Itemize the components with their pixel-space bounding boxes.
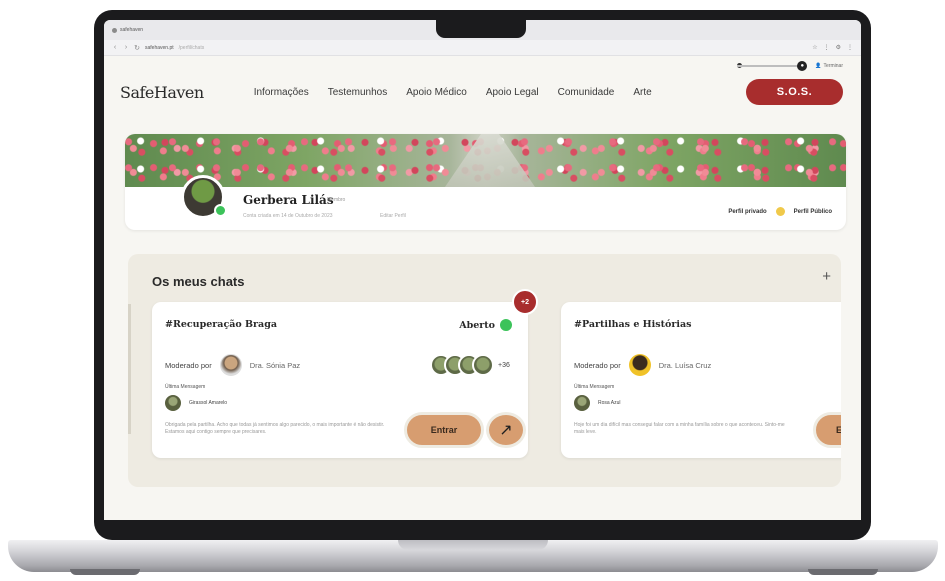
site-logo[interactable]: SafeHaven [120,83,204,102]
accessibility-toolbar: ● 👤 Terminar [104,56,861,76]
nav-item-apoio-legal[interactable]: Apoio Legal [486,87,539,98]
moderator-name: Dra. Sónia Paz [249,360,301,370]
avatar [165,395,181,411]
favicon-icon [112,27,117,33]
scroll-indicator [128,304,131,434]
last-message-snippet: Hoje foi um dia difícil mas consegui fal… [574,422,785,435]
participants-count: +36 [498,361,510,369]
browser-tab[interactable]: safehaven [112,27,143,33]
more-icon[interactable]: ⋮ [847,44,853,51]
profile-subtitle: Conta criada em 14 de Outubro de 2023 [243,213,333,219]
chat-card[interactable]: #Partilhas e Histórias Moderado por Dra.… [561,302,841,458]
tab-title: safehaven [120,27,144,33]
nav-item-apoio-medico[interactable]: Apoio Médico [406,87,467,98]
add-chat-button[interactable]: + [822,268,831,285]
enter-chat-button[interactable]: Entrar [404,412,484,448]
last-message-author: Rosa Azul [574,395,621,411]
moderator-name: Dra. Luísa Cruz [658,360,712,370]
sos-button[interactable]: S.O.S. [746,79,843,105]
my-chats-panel: Os meus chats + #Recuperação Braga Abert… [128,254,841,487]
reload-icon[interactable]: ↻ [134,44,140,52]
browser-actions: ☆ ⋮ ⚙ ⋮ [812,44,853,51]
nav-item-testemunhos[interactable]: Testemunhos [328,87,387,98]
user-icon: 👤 [815,63,822,69]
online-status-dot [214,204,227,217]
last-message-author: Girassol Amarelo [165,395,227,411]
laptop-foot-right [808,569,878,575]
profile-name: Gerbera Lilás [243,193,334,207]
avatar [574,395,590,411]
chat-status: Aberto [459,319,512,331]
settings-icon[interactable]: ⚙ [836,44,841,51]
last-message-label: Última Mensagem [165,384,206,390]
profile-role-tag: Membro [327,197,346,203]
laptop-opening-lip [398,540,548,550]
nav-item-informacoes[interactable]: Informações [254,87,309,98]
moderator-row: Moderado por Dra. Sónia Paz [165,354,300,376]
camera-notch [436,18,526,38]
profile-card: Gerbera Lilás Membro Conta criada em 14 … [125,134,846,230]
nav-item-arte[interactable]: Arte [633,87,651,98]
unread-badge: +2 [512,289,538,315]
profile-visibility: Perfil privado Perfil Público [728,207,832,216]
site-header: SafeHaven Informações Testemunhos Apoio … [104,76,861,108]
moderator-avatar [219,354,242,376]
last-message-label: Última Mensagem [574,384,615,390]
slider-knob[interactable]: ● [797,61,808,71]
participants-stack[interactable]: +36 [430,354,510,376]
browser-address-bar: ‹ › ↻ safehaven.pt /perfil/chats ☆ ⋮ ⚙ ⋮ [104,40,861,56]
menu-icon[interactable]: ⋮ [824,44,830,51]
back-icon[interactable]: ‹ [112,44,118,51]
public-profile-option[interactable]: Perfil Público [794,209,832,215]
chat-title: #Partilhas e Histórias [574,319,692,330]
visibility-toggle-icon[interactable] [775,207,785,216]
chat-title: #Recuperação Braga [165,319,278,330]
main-nav: Informações Testemunhos Apoio Médico Apo… [254,87,652,98]
edit-profile-link[interactable]: Editar Perfil [380,213,406,219]
profile-banner-image [125,134,846,187]
url-path[interactable]: /perfil/chats [179,45,205,51]
font-size-slider[interactable]: ● [737,61,808,71]
moderator-row: Moderado por Dra. Luísa Cruz [574,354,711,376]
chat-card[interactable]: #Recuperação Braga Aberto +2 Moderado po… [152,289,538,458]
forward-icon[interactable]: › [123,44,129,51]
laptop-foot-left [70,569,140,575]
last-message-snippet: Obrigada pela partilha. Acho que todas j… [165,422,385,435]
enter-chat-button[interactable]: E [813,412,841,448]
open-chat-arrow-icon[interactable]: ↗ [486,412,526,448]
url-host[interactable]: safehaven.pt [145,45,174,51]
section-title: Os meus chats [152,274,245,289]
avatar [472,354,494,376]
open-status-dot [500,319,512,331]
bookmark-icon[interactable]: ☆ [812,44,817,51]
profile-avatar[interactable] [181,175,227,219]
laptop-mockup: safehaven ‹ › ↻ safehaven.pt /perfil/cha… [0,0,945,581]
logout-link[interactable]: 👤 Terminar [815,63,843,69]
private-profile-option[interactable]: Perfil privado [728,209,766,215]
moderator-avatar [628,354,651,376]
nav-item-comunidade[interactable]: Comunidade [558,87,615,98]
